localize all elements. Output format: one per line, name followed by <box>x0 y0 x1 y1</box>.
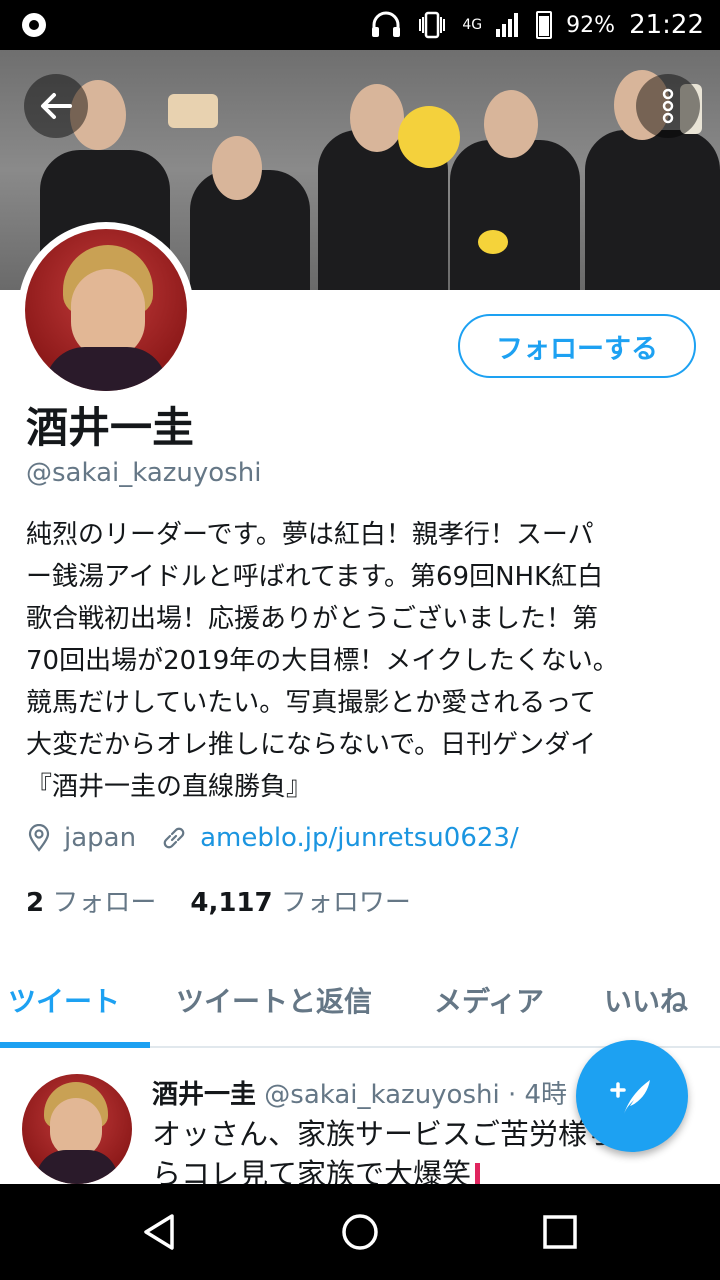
bio-line: 大変だからオレ推しにならないで。日刊ゲンダイ <box>26 730 597 760</box>
bio-line: 競馬だけしていたい。写真撮影とか愛されるって <box>26 688 596 718</box>
system-nav-bar <box>0 1184 720 1280</box>
bio-line: 70回出場が2019年の大目標！メイクしたくない。 <box>26 646 619 676</box>
profile-counts: 2 フォロー 4,117 フォロワー <box>26 882 411 919</box>
banner-figure-head <box>350 84 404 152</box>
banner-prop-basin <box>398 106 460 168</box>
profile-meta: japan ameblo.jp/junretsu0623/ <box>26 818 519 858</box>
battery-percent: 92% <box>566 12 616 38</box>
tweet-header: 酒井一圭 @sakai_kazuyoshi · 4時 <box>152 1074 567 1111</box>
tweet-avatar[interactable] <box>22 1074 132 1184</box>
nav-recents-icon[interactable] <box>538 1210 582 1254</box>
profile-website-link[interactable]: ameblo.jp/junretsu0623/ <box>200 823 519 853</box>
banner-figure-head <box>212 136 262 200</box>
bio-line: 『酒井一圭の直線勝負』 <box>26 772 313 802</box>
back-button[interactable] <box>24 74 88 138</box>
followers-label: フォロワー <box>280 888 411 918</box>
tweet-author-name[interactable]: 酒井一圭 <box>152 1080 256 1110</box>
more-vertical-icon <box>662 88 674 124</box>
banner-figure-head <box>484 90 538 158</box>
followers-count: 4,117 <box>190 888 273 918</box>
banner-prop-bucket <box>168 94 218 128</box>
following-count: 2 <box>26 888 45 918</box>
tab-tweets-and-replies[interactable]: ツイートと返信 <box>176 980 372 1020</box>
profile-avatar[interactable] <box>18 222 194 398</box>
nav-home-icon[interactable] <box>338 1210 382 1254</box>
banner-figure <box>585 130 720 290</box>
followers-count-link[interactable]: 4,117 フォロワー <box>190 882 411 919</box>
more-options-button[interactable] <box>636 74 700 138</box>
avatar-image <box>25 229 187 391</box>
notification-icon <box>22 13 46 37</box>
tab-media[interactable]: メディア <box>434 980 544 1020</box>
profile-bio: 純烈のリーダーです。夢は紅白！親孝行！スーパ ー銭湯アイドルと呼ばれてます。第6… <box>26 514 706 808</box>
tweet-separator: · <box>507 1080 517 1110</box>
bio-line: 歌合戦初出場！応援ありがとうございました！第 <box>26 604 599 634</box>
banner-figure <box>450 140 580 290</box>
vibrate-icon <box>419 11 446 39</box>
tweet-line: オッさん、家族サービスご苦労様 <box>152 1117 588 1151</box>
tab-likes[interactable]: いいね <box>604 980 688 1020</box>
nav-back-icon[interactable] <box>138 1210 182 1254</box>
follow-button[interactable]: フォローする <box>458 314 696 378</box>
following-label: フォロー <box>52 888 157 918</box>
profile-display-name: 酒井一圭 <box>26 403 195 452</box>
profile-handle: @sakai_kazuyoshi <box>26 458 262 488</box>
bio-line: ー銭湯アイドルと呼ばれてます。第69回NHK紅白 <box>26 562 604 592</box>
profile-tabs: ツイート ツイートと返信 メディア いいね <box>0 968 720 1048</box>
network-type-label: 4G <box>462 17 483 33</box>
status-bar-right: 4G 92% 21:22 <box>370 0 704 50</box>
headphones-icon <box>372 11 401 37</box>
bio-line: 純烈のリーダーです。夢は紅白！親孝行！スーパ <box>26 520 594 550</box>
location-pin-icon <box>28 824 50 852</box>
arrow-left-icon <box>41 93 72 119</box>
compose-tweet-button[interactable] <box>576 1040 688 1152</box>
status-bar: 4G 92% 21:22 <box>0 0 720 50</box>
banner-prop-duck <box>478 230 508 254</box>
signal-icon <box>496 13 522 37</box>
profile-location: japan <box>64 823 137 853</box>
tweet-time: 4時 <box>524 1080 568 1110</box>
compose-tweet-icon <box>610 1080 650 1114</box>
tweet-author-handle[interactable]: @sakai_kazuyoshi <box>264 1080 499 1110</box>
link-icon <box>163 827 185 849</box>
clock: 21:22 <box>629 10 704 40</box>
battery-icon <box>536 11 553 39</box>
tab-tweets[interactable]: ツイート <box>8 980 120 1020</box>
following-count-link[interactable]: 2 フォロー <box>26 882 156 919</box>
active-tab-indicator <box>0 1042 150 1048</box>
